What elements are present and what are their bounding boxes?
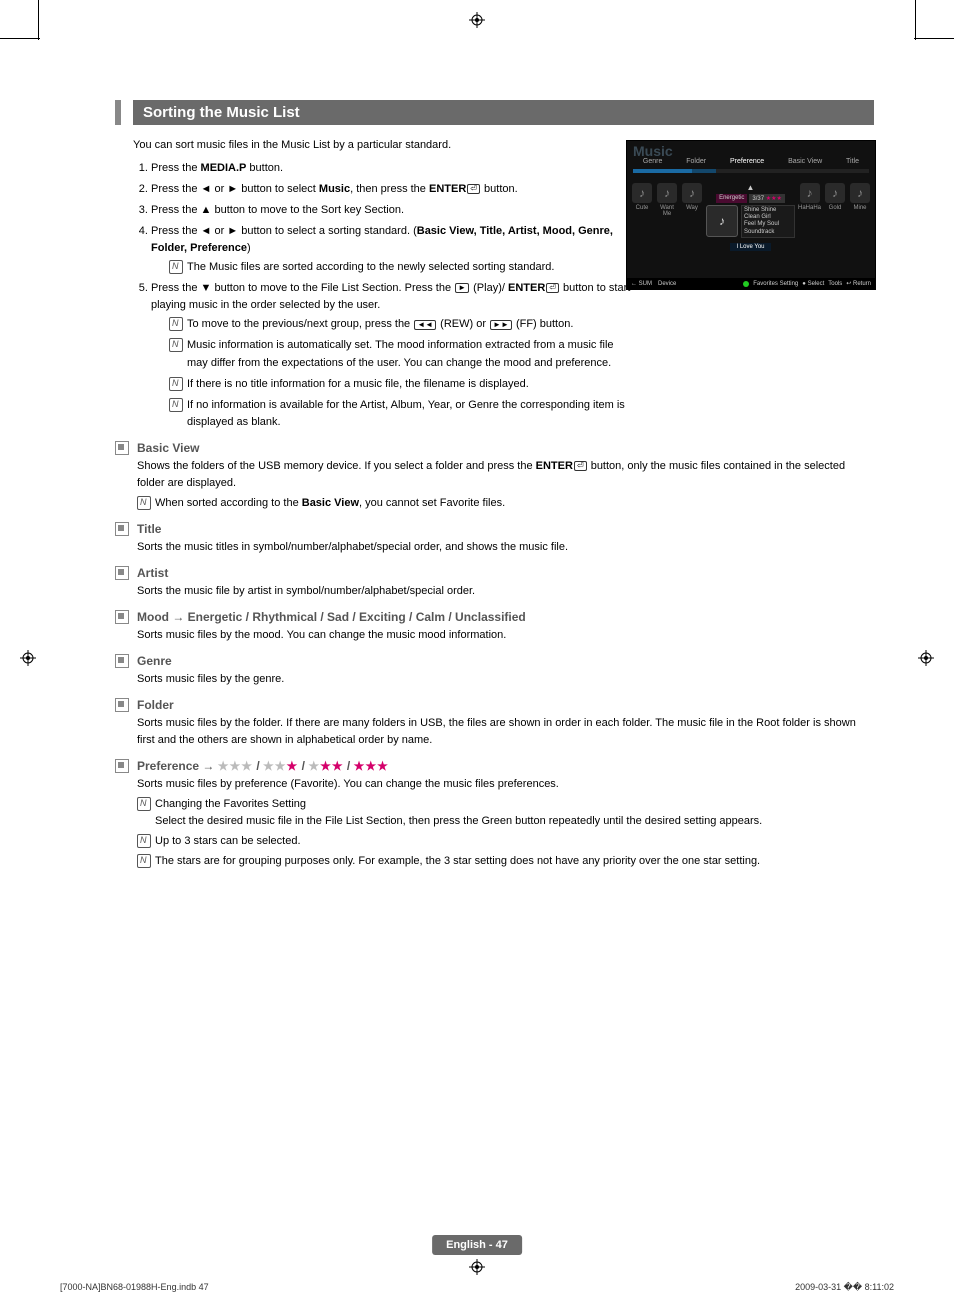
- step-4: Press the ◄ or ► button to select a sort…: [151, 223, 631, 276]
- subsection-body: Shows the folders of the USB memory devi…: [137, 458, 874, 492]
- music-note-icon: ♪: [850, 183, 870, 203]
- enter-icon: [546, 283, 559, 293]
- ss-progress-bar: [633, 169, 869, 173]
- crop-mark: [914, 38, 954, 39]
- ss-tag: 3/37 ★★★: [749, 194, 785, 203]
- enter-icon: [574, 461, 587, 471]
- section-heading: Sorting the Music List: [115, 100, 874, 125]
- up-arrow-icon: ▲: [747, 183, 755, 192]
- step-5-note-2: Music information is automatically set. …: [169, 337, 631, 371]
- subsection-artist: Artist Sorts the music file by artist in…: [115, 566, 874, 600]
- music-note-icon: ♪: [632, 183, 652, 203]
- star-rating-icon: ★★★: [354, 759, 389, 773]
- ss-tab: Title: [844, 157, 861, 166]
- music-note-icon: ♪: [706, 205, 738, 237]
- crop-mark: [915, 0, 916, 40]
- subsection-body: Sorts the music file by artist in symbol…: [137, 583, 874, 600]
- bullet-icon: [115, 566, 129, 580]
- bullet-icon: [115, 698, 129, 712]
- subsection-body: Sorts the music titles in symbol/number/…: [137, 539, 874, 556]
- registration-mark-icon: [469, 12, 485, 28]
- ss-tab: Folder: [684, 157, 708, 166]
- green-dot-icon: [743, 281, 749, 287]
- bullet-icon: [115, 610, 129, 624]
- heading-accent: [115, 100, 121, 125]
- subsection-note: The stars are for grouping purposes only…: [137, 853, 874, 870]
- rewind-icon: [414, 320, 436, 330]
- subsection-body: Sorts music files by the genre.: [137, 671, 874, 688]
- subsection-body: Sorts music files by the mood. You can c…: [137, 627, 874, 644]
- subsection-preference: Preference → ★★★ / ★★★ / ★★★ / ★★★ Sorts…: [115, 759, 874, 870]
- ss-tab: Basic View: [786, 157, 824, 166]
- registration-mark-icon: [469, 1259, 485, 1275]
- subsection-folder: Folder Sorts music files by the folder. …: [115, 698, 874, 749]
- section-title: Sorting the Music List: [133, 100, 874, 125]
- subsection-note: When sorted according to the Basic View,…: [137, 495, 874, 512]
- music-note-icon: ♪: [825, 183, 845, 203]
- ss-footer-item: Tools: [828, 281, 842, 287]
- subsection-basic-view: Basic View Shows the folders of the USB …: [115, 441, 874, 512]
- page-number-label: English - 47: [432, 1235, 522, 1255]
- step-list: Press the MEDIA.P button. Press the ◄ or…: [133, 160, 631, 431]
- step-2: Press the ◄ or ► button to select Music,…: [151, 181, 631, 198]
- ss-footer-item: ↩ Return: [846, 280, 871, 287]
- ss-tab-selected: Preference: [728, 157, 766, 166]
- bullet-icon: [115, 654, 129, 668]
- ss-now-playing: I Love You: [730, 243, 770, 251]
- music-note-icon: ♪: [657, 183, 677, 203]
- ss-footer-item: Device: [658, 281, 676, 287]
- ss-footer-item: Favorites Setting: [753, 281, 798, 287]
- step-5-note-1: To move to the previous/next group, pres…: [169, 316, 631, 333]
- bullet-icon: [115, 441, 129, 455]
- subsection-note: Up to 3 stars can be selected.: [137, 833, 874, 850]
- subsection-note: Changing the Favorites Setting Select th…: [137, 796, 874, 830]
- fast-forward-icon: [490, 320, 512, 330]
- step-5-note-4: If no information is available for the A…: [169, 397, 631, 431]
- ss-tabs: Genre Folder Preference Basic View Title: [627, 157, 875, 166]
- enter-icon: [467, 184, 480, 194]
- subsection-genre: Genre Sorts music files by the genre.: [115, 654, 874, 688]
- print-footer: [7000-NA]BN68-01988H-Eng.indb 47 2009-03…: [60, 1282, 894, 1293]
- step-5: Press the ▼ button to move to the File L…: [151, 280, 631, 430]
- ss-footer-item: ● Select: [802, 281, 824, 287]
- registration-mark-icon: [20, 650, 36, 666]
- step-3: Press the ▲ button to move to the Sort k…: [151, 202, 631, 219]
- subsection-title: Genre: [137, 654, 172, 668]
- bullet-icon: [115, 759, 129, 773]
- subsection-title-sort: Title Sorts the music titles in symbol/n…: [115, 522, 874, 556]
- subsection-title: Preference → ★★★ / ★★★ / ★★★ / ★★★: [137, 759, 389, 773]
- footer-right: 2009-03-31 �� 8:11:02: [795, 1282, 894, 1293]
- subsection-body: Sorts music files by the folder. If ther…: [137, 715, 874, 749]
- ui-screenshot-mock: Music Genre Folder Preference Basic View…: [626, 140, 876, 290]
- star-rating-icon: ★★★: [263, 759, 298, 773]
- bullet-icon: [115, 522, 129, 536]
- music-note-icon: ♪: [682, 183, 702, 203]
- subsection-title: Mood → Energetic / Rhythmical / Sad / Ex…: [137, 610, 526, 624]
- subsection-title: Folder: [137, 698, 174, 712]
- step-5-note-3: If there is no title information for a m…: [169, 376, 631, 393]
- step-4-note: The Music files are sorted according to …: [169, 259, 631, 276]
- ss-footer-item: ← SUM: [631, 281, 652, 287]
- subsection-title: Title: [137, 522, 161, 536]
- footer-left: [7000-NA]BN68-01988H-Eng.indb 47: [60, 1282, 209, 1293]
- star-rating-icon: ★★★: [308, 759, 343, 773]
- crop-mark: [0, 38, 40, 39]
- star-rating-icon: ★★★: [218, 759, 253, 773]
- subsection-title: Basic View: [137, 441, 199, 455]
- music-note-icon: ♪: [800, 183, 820, 203]
- registration-mark-icon: [918, 650, 934, 666]
- ss-song-list: Shine Shine Clean Girl Feel My Soul Soun…: [741, 205, 795, 238]
- ss-tab: Genre: [641, 157, 664, 166]
- crop-mark: [38, 0, 39, 40]
- subsection-body: Sorts music files by preference (Favorit…: [137, 776, 874, 793]
- step-1: Press the MEDIA.P button.: [151, 160, 631, 177]
- ss-tag: Energetic: [716, 194, 747, 203]
- subsection-mood: Mood → Energetic / Rhythmical / Sad / Ex…: [115, 610, 874, 644]
- play-icon: [455, 283, 469, 293]
- ss-footer: ← SUM Device Favorites Setting ● Select …: [627, 278, 875, 289]
- subsection-title: Artist: [137, 566, 168, 580]
